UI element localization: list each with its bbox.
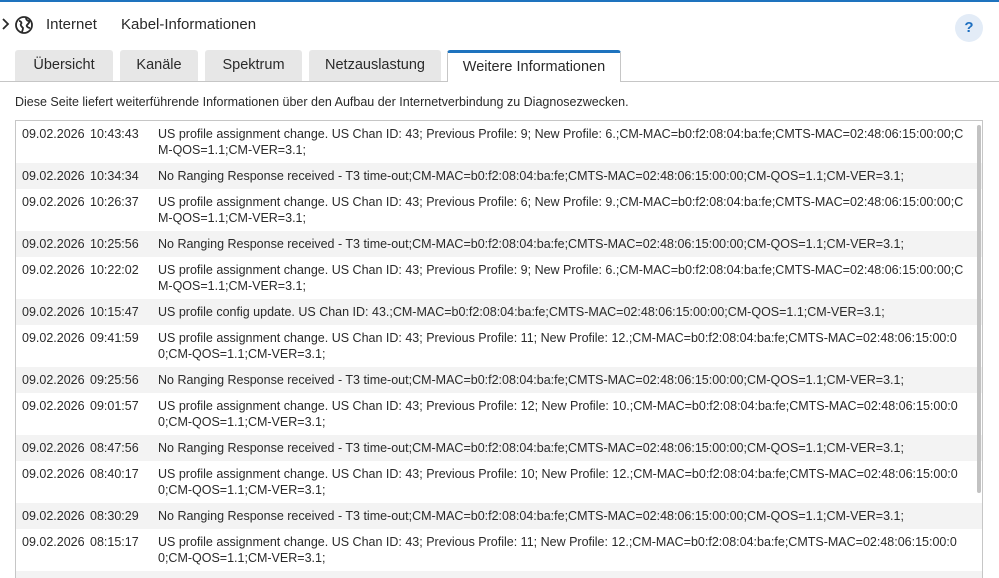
log-entry: 09.02.2026 09:25:56 No Ranging Response re… — [16, 367, 982, 393]
tab-bar: Übersicht Kanäle Spektrum Netzauslastung… — [0, 50, 999, 82]
breadcrumb-internet[interactable]: Internet — [46, 16, 97, 34]
tab-netzauslastung[interactable]: Netzauslastung — [309, 50, 441, 81]
event-log-rows: 09.02.2026 10:43:43 US profile assignment … — [16, 121, 982, 578]
log-entry: 09.02.2026 10:26:37 US profile assignment … — [16, 189, 982, 231]
event-log[interactable]: 09.02.2026 10:43:43 US profile assignment … — [15, 120, 983, 578]
log-entry: 09.02.2026 10:34:34 No Ranging Response re… — [16, 163, 982, 189]
log-entry: 09.02.202607:00:00No Ranging Response re… — [16, 571, 982, 578]
chevron-right-icon — [2, 18, 10, 30]
log-entry: 09.02.2026 09:41:59 US profile assignment … — [16, 325, 982, 367]
log-message: US profile assignment change. US Chan ID… — [158, 263, 964, 293]
tab-kanaele[interactable]: Kanäle — [120, 50, 198, 81]
log-time: 09:41:59 — [90, 331, 139, 345]
scrollbar-thumb[interactable] — [977, 125, 981, 493]
log-entry: 09.02.2026 09:01:57 US profile assignment … — [16, 393, 982, 435]
globe-icon — [15, 16, 33, 34]
log-message: US profile assignment change. US Chan ID… — [158, 399, 958, 429]
log-time: 08:15:17 — [90, 535, 139, 549]
log-date: 09.02.2026 — [22, 373, 85, 387]
log-time: 10:22:02 — [90, 263, 139, 277]
log-time: 10:25:56 — [90, 237, 139, 251]
log-date: 09.02.2026 — [22, 509, 85, 523]
log-entry: 09.02.2026 08:47:56 No Ranging Response re… — [16, 435, 982, 461]
log-time: 10:15:47 — [90, 305, 139, 319]
log-message: US profile config update. US Chan ID: 43… — [158, 305, 885, 319]
log-time: 10:34:34 — [90, 169, 139, 183]
page-description: Diese Seite liefert weiterführende Infor… — [15, 95, 629, 109]
tab-uebersicht[interactable]: Übersicht — [15, 50, 113, 81]
log-date: 09.02.2026 — [22, 169, 85, 183]
breadcrumb-current-page: Kabel-Informationen — [121, 16, 257, 33]
log-message: No Ranging Response received - T3 time-o… — [158, 373, 904, 387]
log-date: 09.02.2026 — [22, 237, 85, 251]
header: Internet Kabel-Informationen ? — [0, 2, 999, 46]
log-time: 08:30:29 — [90, 509, 139, 523]
log-message: No Ranging Response received - T3 time-o… — [158, 237, 904, 251]
log-date: 09.02.2026 — [22, 195, 85, 209]
log-message: No Ranging Response received - T3 time-o… — [158, 509, 904, 523]
log-time: 10:43:43 — [90, 127, 139, 141]
log-message: US profile assignment change. US Chan ID… — [158, 535, 957, 565]
log-time: 08:40:17 — [90, 467, 139, 481]
log-time: 10:26:37 — [90, 195, 139, 209]
tab-spektrum[interactable]: Spektrum — [205, 50, 302, 81]
log-entry: 09.02.2026 08:15:17 US profile assignment … — [16, 529, 982, 571]
log-message: US profile assignment change. US Chan ID… — [158, 195, 964, 225]
log-message: No Ranging Response received - T3 time-o… — [158, 169, 904, 183]
log-entry: 09.02.2026 10:43:43 US profile assignment … — [16, 121, 982, 163]
log-time: 09:01:57 — [90, 399, 139, 413]
log-message: No Ranging Response received - T3 time-o… — [158, 441, 904, 455]
log-entry: 09.02.2026 10:22:02 US profile assignment … — [16, 257, 982, 299]
log-date: 09.02.2026 — [22, 305, 85, 319]
log-date: 09.02.2026 — [22, 399, 85, 413]
tab-weitere-informationen[interactable]: Weitere Informationen — [447, 50, 621, 82]
log-entry: 09.02.2026 08:40:17 US profile assignment … — [16, 461, 982, 503]
log-message: US profile assignment change. US Chan ID… — [158, 467, 958, 497]
log-time: 08:47:56 — [90, 441, 139, 455]
log-message: US profile assignment change. US Chan ID… — [158, 127, 964, 157]
log-date: 09.02.2026 — [22, 127, 85, 141]
help-button[interactable]: ? — [955, 14, 983, 42]
log-date: 09.02.2026 — [22, 467, 85, 481]
log-time: 09:25:56 — [90, 373, 139, 387]
log-date: 09.02.2026 — [22, 535, 85, 549]
log-entry: 09.02.2026 10:15:47 US profile config upda… — [16, 299, 982, 325]
log-entry: 09.02.2026 08:30:29 No Ranging Response re… — [16, 503, 982, 529]
log-date: 09.02.2026 — [22, 331, 85, 345]
log-message: US profile assignment change. US Chan ID… — [158, 331, 957, 361]
log-entry: 09.02.2026 10:25:56 No Ranging Response re… — [16, 231, 982, 257]
log-date: 09.02.2026 — [22, 441, 85, 455]
log-date: 09.02.2026 — [22, 263, 85, 277]
